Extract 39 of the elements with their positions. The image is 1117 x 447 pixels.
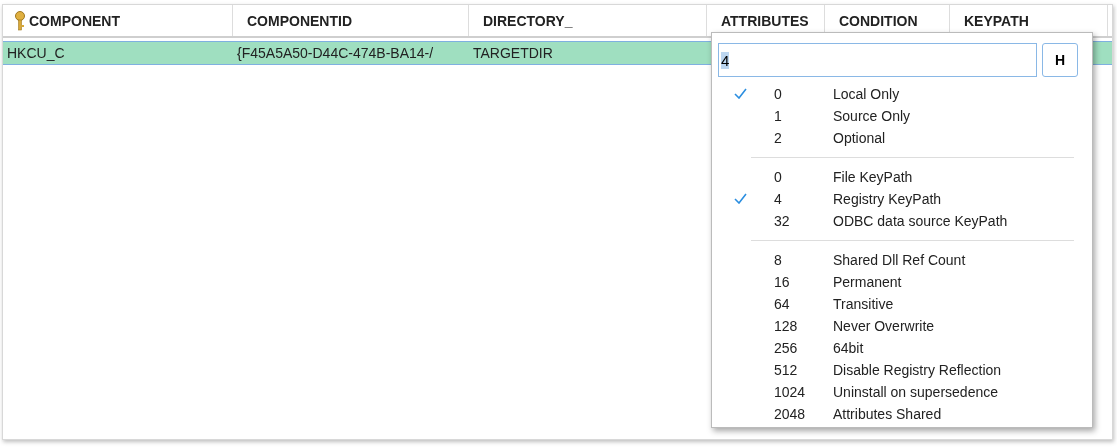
option-value[interactable]: 4 (774, 191, 833, 207)
option-value[interactable]: 128 (774, 318, 833, 334)
option-label[interactable]: Attributes Shared (833, 406, 942, 422)
option-label[interactable]: Registry KeyPath (833, 191, 942, 207)
column-header[interactable]: COMPONENT (29, 12, 120, 29)
option-label[interactable]: Disable Registry Reflection (833, 362, 1002, 378)
option-label[interactable]: Uninstall on supersedence (833, 384, 998, 400)
option-label[interactable]: 64bit (833, 340, 864, 356)
option-value[interactable]: 0 (774, 86, 833, 102)
column-header[interactable]: CONDITION (839, 12, 918, 29)
option-value[interactable]: 512 (774, 362, 833, 378)
option-value[interactable]: 2048 (774, 406, 833, 422)
value-field[interactable]: 4 (718, 43, 1037, 77)
hex-button[interactable]: H (1042, 43, 1078, 77)
option-label[interactable]: Source Only (833, 108, 911, 124)
option-value[interactable]: 64 (774, 296, 833, 312)
option-label[interactable]: Local Only (833, 86, 900, 102)
option-value[interactable]: 1 (774, 108, 833, 124)
table-cell: HKCU_C (7, 45, 65, 61)
option-value[interactable]: 32 (774, 213, 833, 229)
option-label[interactable]: Shared Dll Ref Count (833, 252, 966, 268)
option-value[interactable]: 1024 (774, 384, 833, 400)
option-value[interactable]: 16 (774, 274, 833, 290)
option-label[interactable]: Optional (833, 130, 886, 146)
option-label[interactable]: Transitive (833, 296, 894, 312)
column-header[interactable]: KEYPATH (964, 12, 1029, 29)
column-header[interactable]: ATTRIBUTES (721, 12, 809, 29)
column-header[interactable]: DIRECTORY_ (483, 12, 573, 29)
column-header[interactable]: COMPONENTID (247, 12, 352, 29)
option-value[interactable]: 2 (774, 130, 833, 146)
option-value[interactable]: 8 (774, 252, 833, 268)
option-label[interactable]: ODBC data source KeyPath (833, 213, 1008, 229)
option-label[interactable]: File KeyPath (833, 169, 913, 185)
option-value[interactable]: 256 (774, 340, 833, 356)
option-value[interactable]: 0 (774, 169, 833, 185)
option-label[interactable]: Never Overwrite (833, 318, 935, 334)
table-cell: TARGETDIR (473, 45, 553, 61)
option-label[interactable]: Permanent (833, 274, 902, 290)
table-cell: {F45A5A50-D44C-474B-BA14-/ (237, 45, 434, 61)
